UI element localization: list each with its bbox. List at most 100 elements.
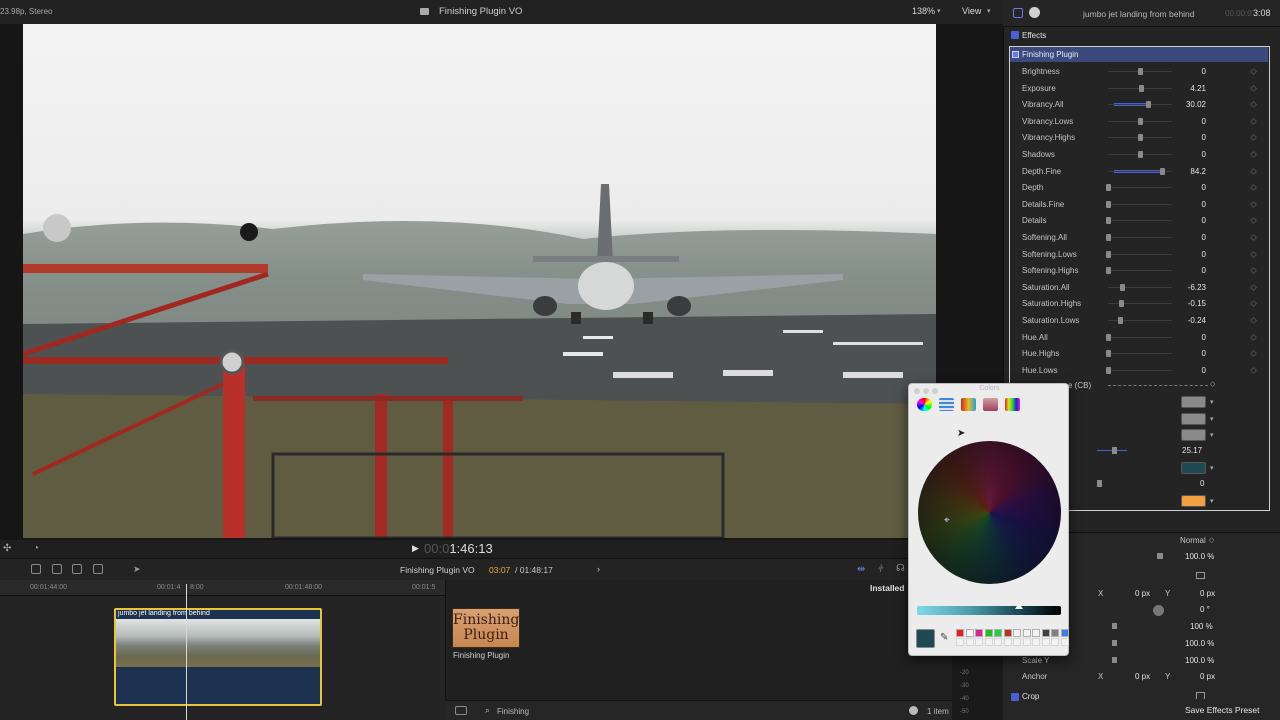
eyedropper-icon[interactable]: ✎ [940,632,948,643]
scale-y-knob[interactable] [1112,657,1117,663]
keyframe-icon[interactable] [1249,316,1258,325]
play-icon[interactable]: ▶ [412,543,419,554]
video-inspector-icon[interactable] [1013,8,1023,18]
param-row[interactable]: Details 0 [1010,212,1268,228]
palette-color[interactable] [1041,629,1050,637]
param-value[interactable]: 0 [1156,349,1206,358]
installed-category[interactable]: Installed [870,583,904,593]
clear-search-icon[interactable] [909,706,918,715]
param-slider-knob[interactable] [1138,68,1143,75]
param-slider-knob[interactable] [1106,333,1111,341]
param-value[interactable]: 0 [1200,479,1204,488]
crop-checkbox[interactable] [1011,693,1019,701]
param-slider-knob[interactable] [1118,300,1124,308]
keyframe-icon[interactable] [1249,84,1258,92]
connect-icon[interactable] [52,564,62,574]
palette-empty-slot[interactable] [975,638,983,646]
wheel-cursor-icon[interactable]: ⌖ [944,515,950,526]
blend-mode-popup[interactable]: Normal [1180,536,1206,545]
palette-empty-slot[interactable] [1051,638,1059,646]
param-row[interactable]: Vibrancy.All 30.02 [1010,96,1268,112]
anchor-x-value[interactable]: 0 px [1135,672,1150,681]
param-slider-knob[interactable] [1145,101,1151,109]
param-value[interactable]: 0 [1156,133,1206,142]
palette-empty-slot[interactable] [1003,638,1012,646]
palette-empty-slot[interactable] [1060,638,1069,646]
param-value[interactable]: 0 [1156,233,1206,242]
keyframe-icon[interactable] [1249,150,1258,159]
skimming-icon[interactable]: ⇹ [857,564,865,575]
clip-appearance-icon[interactable] [31,564,41,574]
param-slider-knob[interactable] [1139,84,1145,92]
param-value[interactable]: 25.17 [1182,446,1202,455]
param-value[interactable]: 30.02 [1156,100,1206,109]
palette-color[interactable] [956,629,964,637]
keyframe-icon[interactable] [1249,233,1258,242]
save-effects-preset-button[interactable]: Save Effects Preset [1185,705,1260,715]
effects-checkbox[interactable] [1011,31,1019,39]
palette-empty-slot[interactable] [965,638,974,646]
slider-knob[interactable] [1112,447,1117,454]
keyframe-icon[interactable] [1249,333,1258,341]
param-row[interactable]: Softening.Lows 0 [1010,246,1268,262]
timeline-clip[interactable]: jumbo jet landing from behind [114,608,322,706]
palette-color[interactable] [1032,629,1040,637]
current-color-swatch[interactable] [916,629,935,648]
popup-chevron-icon[interactable]: ◇ [1210,380,1215,388]
param-value[interactable]: 84.2 [1156,167,1206,176]
param-value[interactable]: 0 [1156,200,1206,209]
param-slider-knob[interactable] [1106,184,1111,192]
keyframe-icon[interactable] [1249,101,1258,109]
param-slider-knob[interactable] [1106,217,1111,225]
swatch-chevron-icon[interactable]: ▾ [1210,497,1214,505]
view-menu[interactable]: View [962,6,981,16]
param-value[interactable]: 0 [1156,67,1206,76]
param-row[interactable]: Vibrancy.Highs 0 [1010,129,1268,145]
palette-empty-slot[interactable] [1022,638,1031,646]
browser-search-input[interactable]: Finishing [497,707,529,716]
keyframe-icon[interactable] [1249,283,1258,291]
param-value[interactable]: -6.23 [1156,283,1206,292]
param-value[interactable]: 0 [1156,266,1206,275]
param-row[interactable]: Hue.Highs 0 [1010,345,1268,361]
scale-all-knob[interactable] [1112,623,1117,629]
param-row[interactable]: Depth 0 [1010,179,1268,195]
info-icon[interactable] [1029,7,1040,18]
select-tool-icon[interactable]: ➤ [133,564,141,575]
palette-empty-slot[interactable] [1041,638,1050,646]
forward-icon[interactable]: › [597,564,600,574]
audio-skim-icon[interactable]: ⫩ [878,564,884,575]
param-row[interactable]: Saturation.Highs -0.15 [1010,295,1268,311]
keyframe-icon[interactable] [1249,167,1258,175]
keyframe-icon[interactable] [1249,67,1258,76]
speed-icon[interactable]: ◔ [33,543,39,554]
param-row[interactable]: Hue.All 0 [1010,329,1268,345]
param-slider-knob[interactable] [1106,234,1111,241]
transform-tool-icon[interactable]: ✣ [3,543,11,554]
palette-color[interactable] [975,629,983,637]
param-value[interactable]: -0.15 [1156,299,1206,308]
param-row[interactable]: Softening.Highs 0 [1010,262,1268,278]
brightness-thumb[interactable] [1015,603,1023,609]
palette-color[interactable] [1022,629,1031,637]
swatch-chevron-icon[interactable]: ▾ [1210,464,1214,472]
scale-x-value[interactable]: 100.0 % [1185,639,1214,648]
param-value[interactable]: 0 [1156,333,1206,342]
sliders-mode-icon[interactable] [939,398,954,411]
param-value[interactable]: 4.21 [1156,84,1206,93]
param-value[interactable]: 0 [1156,150,1206,159]
position-y-value[interactable]: 0 px [1200,589,1215,598]
color-wheel[interactable]: ⌖ [918,441,1061,584]
effect-thumbnail[interactable]: Finishing Plugin [452,608,520,648]
zoom-menu[interactable]: 138% [912,6,935,16]
param-slider-knob[interactable] [1106,350,1111,358]
param-slider-knob[interactable] [1138,134,1143,142]
opacity-slider-knob[interactable] [1157,553,1163,559]
slider-knob[interactable] [1097,480,1102,487]
param-slider-knob[interactable] [1106,250,1111,258]
playhead[interactable] [186,584,187,720]
param-value[interactable]: 0 [1156,117,1206,126]
keyframe-icon[interactable] [1249,267,1258,275]
scale-y-value[interactable]: 100.0 % [1185,656,1214,665]
palette-color[interactable] [984,629,993,637]
